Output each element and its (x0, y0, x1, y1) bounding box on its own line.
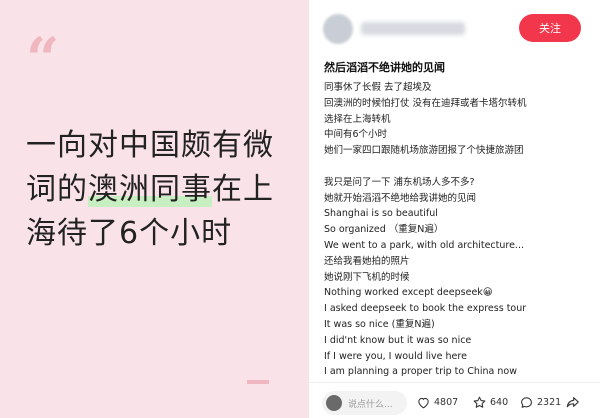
heart-icon (418, 397, 429, 409)
post-line: 她说刚下飞机的时候 (324, 271, 410, 283)
post-line: 选择在上海转机 (324, 113, 391, 125)
post-line: I asked deepseek to book the express tou… (324, 303, 527, 315)
star-icon (473, 396, 486, 408)
post-panel: 关注 然后滔滔不绝讲她的见闻 同事休了长假 去了超埃及回澳洲的时候怕打仗 没有在… (309, 0, 600, 418)
user-avatar (326, 395, 342, 411)
quote-icon: “ (26, 25, 60, 93)
comment-input[interactable]: 说点什么... (322, 391, 407, 415)
cover-image: “ 一向对中国颇有微词的澳洲同事在上海待了6个小时 (0, 0, 309, 418)
post-line: Shanghai is so beautiful (324, 208, 438, 220)
post-line: I am planning a proper trip to China now (324, 366, 517, 378)
post-line: 同事休了长假 去了超埃及 (324, 82, 432, 93)
post-title: 然后滔滔不绝讲她的见闻 (324, 61, 445, 74)
post-line: Nothing worked except deepseek😀 (324, 287, 493, 299)
post-line: 她就开始滔滔不绝地给我讲她的见闻 (324, 192, 477, 204)
post-line: We went to a park, with old architecture… (324, 239, 524, 251)
comment-count: 2321 (537, 397, 562, 408)
share-icon[interactable] (565, 394, 581, 410)
post-line: If I were you, I would live here (324, 350, 467, 362)
like-button[interactable]: 4807 (416, 395, 458, 410)
cover-title-highlight: 澳洲同事 (88, 172, 212, 207)
post-body: 同事休了长假 去了超埃及回澳洲的时候怕打仗 没有在迪拜或者卡塔尔转机 选择在上海转… (324, 80, 594, 380)
post-line: 还给我看她拍的照片 (324, 255, 410, 267)
action-bar: 说点什么... 4807 640 2321 (309, 382, 600, 418)
comment-placeholder: 说点什么... (348, 399, 393, 410)
comment-button[interactable]: 2321 (519, 395, 561, 410)
post-line: 她们一家四口跟随机场旅游团报了个快捷旅游团 (324, 145, 524, 157)
follow-button[interactable]: 关注 (519, 14, 581, 42)
post-line: 回澳洲的时候怕打仗 没有在迪拜或者卡塔尔转机 (324, 97, 527, 109)
author-name[interactable] (361, 22, 465, 35)
post-line: It was so nice (重复N遍) (324, 318, 435, 330)
star-button[interactable]: 640 (472, 395, 508, 410)
cover-title: 一向对中国颇有微词的澳洲同事在上海待了6个小时 (26, 124, 296, 256)
post-line: 我只是问了一下 浦东机场人多不多? (324, 176, 475, 188)
like-count: 4807 (434, 397, 459, 408)
decorative-bar (247, 380, 269, 384)
post-line: I did'nt know but it was so nice (324, 334, 472, 346)
author-avatar[interactable] (323, 14, 353, 44)
post-line: 中间有6个小时 (324, 129, 388, 141)
post-line: So organized （重复N遍） (324, 224, 444, 236)
comment-icon (521, 397, 532, 408)
star-count: 640 (490, 397, 509, 408)
